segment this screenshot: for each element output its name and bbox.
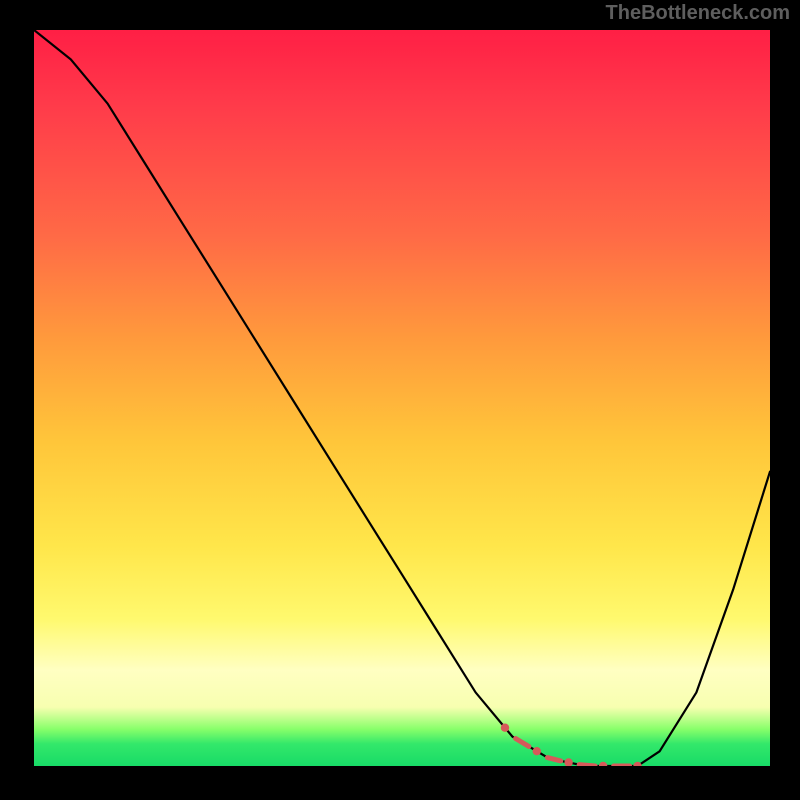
trough-marker-dash [516,739,529,747]
chart-container: TheBottleneck.com [0,0,800,800]
trough-marker-dot [564,758,572,766]
trough-marker-dot [599,762,607,766]
trough-markers [501,724,642,767]
curve-line [34,30,770,766]
trough-marker-dash [579,765,595,766]
trough-marker-dot [533,747,541,755]
trough-marker-dash [547,758,560,761]
plot-area [34,30,770,766]
trough-marker-dot [501,724,509,732]
chart-svg [34,30,770,766]
watermark-text: TheBottleneck.com [606,2,790,25]
trough-marker-dot [633,762,641,766]
